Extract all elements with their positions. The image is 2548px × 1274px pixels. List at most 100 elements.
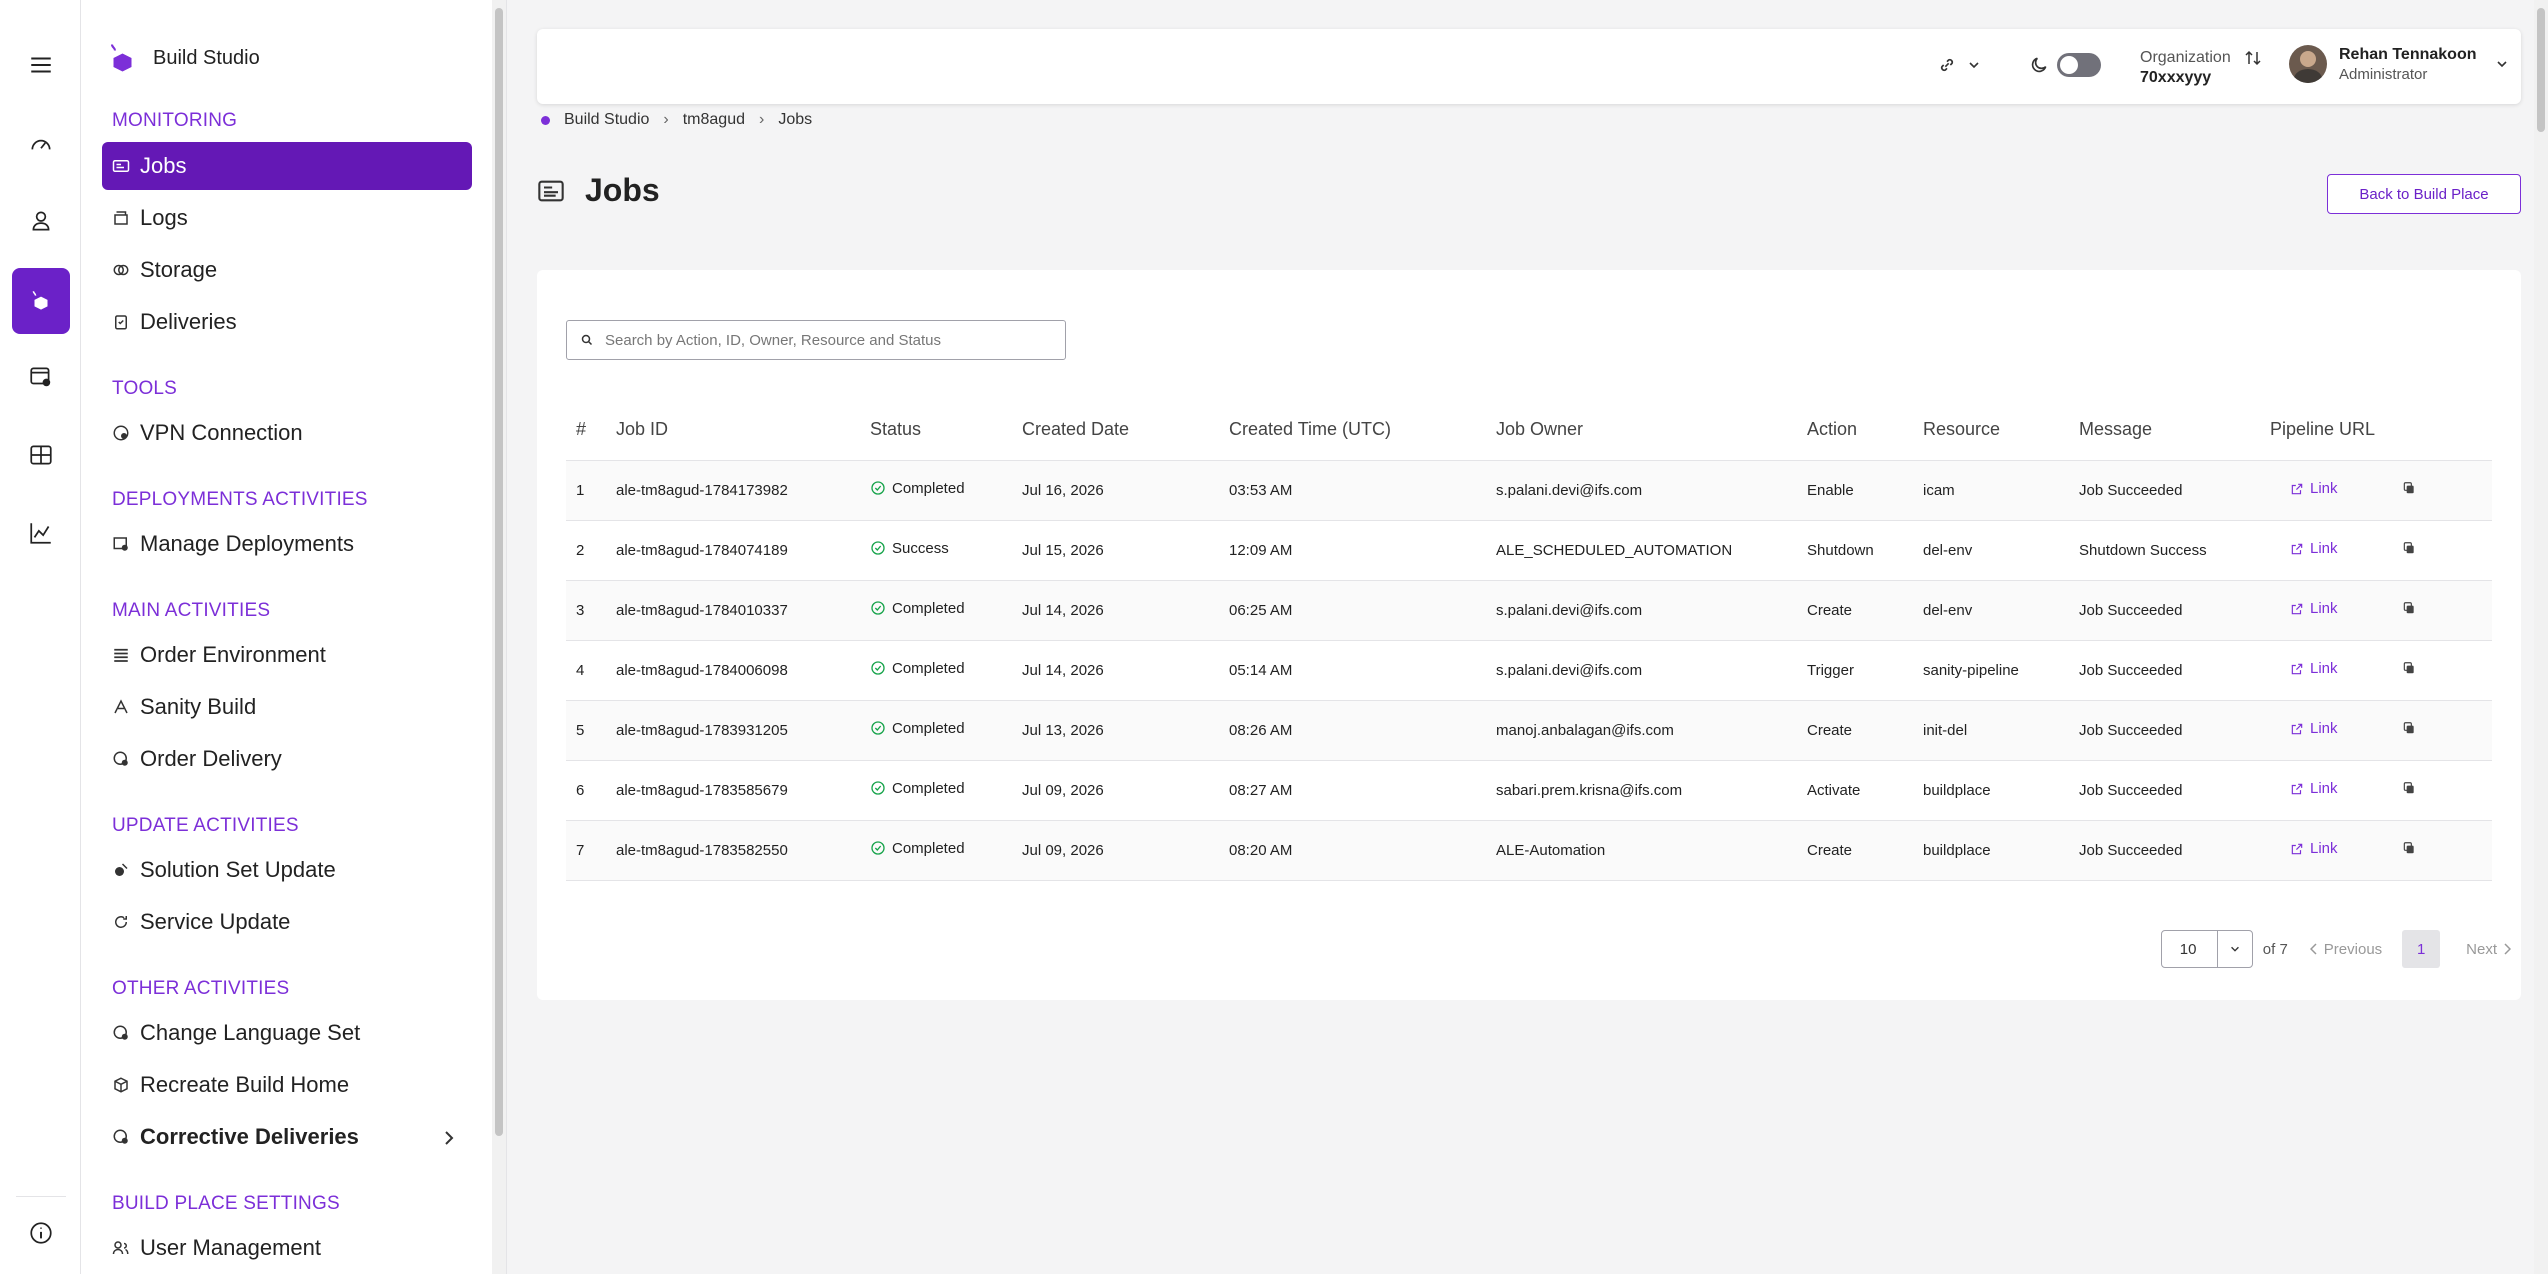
- sidebar-item-manage-deployments[interactable]: Manage Deployments: [102, 520, 472, 568]
- cell-created-time: 12:09 AM: [1219, 520, 1486, 581]
- sidebar-item-label: VPN Connection: [140, 420, 303, 445]
- sidebar-scrollbar[interactable]: [492, 0, 506, 1274]
- cell-job-owner: manoj.anbalagan@ifs.com: [1486, 700, 1797, 761]
- cell-copy: [2392, 700, 2492, 761]
- cell-job-id: ale-tm8agud-1783582550: [606, 820, 860, 881]
- pipeline-link-label: Link: [2310, 780, 2338, 798]
- previous-label: Previous: [2323, 940, 2383, 958]
- previous-page-button[interactable]: Previous: [2309, 940, 2383, 958]
- top-bar: Organization 70xxxyyy Rehan Tennakoon Ad…: [537, 29, 2521, 104]
- pipeline-link[interactable]: Link: [2290, 840, 2338, 857]
- pipeline-link-label: Link: [2310, 840, 2338, 858]
- jobs-icon: [538, 180, 564, 201]
- next-page-button[interactable]: Next: [2466, 941, 2511, 958]
- copy-icon[interactable]: [2402, 722, 2416, 739]
- user-icon[interactable]: [12, 192, 70, 250]
- breadcrumb-item[interactable]: tm8agud: [683, 111, 745, 129]
- menu-icon[interactable]: [12, 36, 70, 94]
- table-row[interactable]: 1 ale-tm8agud-1784173982 Completed Jul 16, …: [566, 460, 2492, 521]
- copy-icon[interactable]: [2402, 842, 2416, 859]
- cell-created-time: 08:27 AM: [1219, 760, 1486, 821]
- cube-icon: [112, 1076, 130, 1094]
- links-dropdown[interactable]: [1937, 55, 1981, 75]
- copy-icon[interactable]: [2402, 782, 2416, 799]
- sidebar-item-jobs[interactable]: Jobs: [102, 142, 472, 190]
- column-header-action[interactable]: Action: [1797, 400, 1913, 461]
- copy-icon[interactable]: [2402, 662, 2416, 679]
- cell-copy: [2392, 580, 2492, 641]
- cell-job-owner: s.palani.devi@ifs.com: [1486, 460, 1797, 521]
- sidebar-item-label: Storage: [140, 257, 218, 282]
- cell-message: Job Succeeded: [2069, 640, 2260, 701]
- page-scrollbar-thumb[interactable]: [2537, 8, 2545, 132]
- section-heading-main-activities: MAIN ACTIVITIES: [112, 600, 271, 621]
- table-row[interactable]: 6 ale-tm8agud-1783585679 Completed Jul 09, …: [566, 760, 2492, 821]
- breadcrumb-item[interactable]: Build Studio: [564, 111, 649, 129]
- cell-action: Trigger: [1797, 640, 1913, 701]
- brand[interactable]: Build Studio: [103, 40, 260, 76]
- chevron-right-icon[interactable]: [442, 1127, 456, 1153]
- dashboard-gauge-icon[interactable]: [12, 116, 70, 174]
- grid-cards-icon[interactable]: [12, 426, 70, 484]
- dark-mode-toggle[interactable]: [2057, 53, 2101, 77]
- sidebar-item-logs[interactable]: Logs: [102, 194, 472, 242]
- table-row[interactable]: 7 ale-tm8agud-1783582550 Completed Jul 09, …: [566, 820, 2492, 881]
- sidebar-item-sanity-build[interactable]: Sanity Build: [102, 683, 472, 731]
- copy-icon[interactable]: [2402, 542, 2416, 559]
- pipeline-link[interactable]: Link: [2290, 600, 2338, 617]
- column-header-resource[interactable]: Resource: [1913, 400, 2069, 461]
- sidebar-item-deliveries[interactable]: Deliveries: [102, 298, 472, 346]
- column-header-pipeline-url: Pipeline URL: [2260, 400, 2392, 461]
- column-header-job-id[interactable]: Job ID: [606, 400, 860, 461]
- sidebar-item-user-management[interactable]: User Management: [102, 1224, 472, 1272]
- sidebar-item-label: Deliveries: [140, 309, 237, 334]
- sidebar-item-order-environment[interactable]: Order Environment: [102, 631, 472, 679]
- table-row[interactable]: 2 ale-tm8agud-1784074189 Success Jul 15, 20…: [566, 520, 2492, 581]
- pipeline-link[interactable]: Link: [2290, 780, 2338, 797]
- sidebar-item-service-update[interactable]: Service Update: [102, 898, 472, 946]
- cell-row-number: 1: [566, 460, 606, 521]
- sidebar-item-solution-set-update[interactable]: Solution Set Update: [102, 846, 472, 894]
- page-size-select[interactable]: 10: [2160, 930, 2253, 968]
- pipeline-link[interactable]: Link: [2290, 660, 2338, 677]
- sidebar-item-corrective-deliveries[interactable]: Corrective Deliveries: [102, 1113, 472, 1161]
- column-header-status[interactable]: Status: [860, 400, 1012, 461]
- user-menu[interactable]: Rehan Tennakoon Administrator: [2289, 45, 2509, 83]
- build-studio-icon[interactable]: [12, 268, 70, 334]
- organization-switcher[interactable]: Organization 70xxxyyy: [2140, 49, 2261, 87]
- copy-icon[interactable]: [2402, 602, 2416, 619]
- search-box[interactable]: [566, 320, 1066, 360]
- cell-resource: sanity-pipeline: [1913, 640, 2069, 701]
- page-scrollbar[interactable]: [2534, 0, 2548, 1274]
- organization-value: 70xxxyyy: [2140, 69, 2212, 86]
- column-header-created-time[interactable]: Created Time (UTC): [1219, 400, 1486, 461]
- column-header-message[interactable]: Message: [2069, 400, 2260, 461]
- sidebar-item-recreate-build-home[interactable]: Recreate Build Home: [102, 1061, 472, 1109]
- sidebar-item-change-language-set[interactable]: Change Language Set: [102, 1009, 472, 1057]
- pipeline-link[interactable]: Link: [2290, 540, 2338, 557]
- settings-window-icon[interactable]: [12, 348, 70, 406]
- search-input[interactable]: [605, 331, 1045, 349]
- sidebar-scrollbar-thumb[interactable]: [495, 8, 503, 1136]
- cell-status: Completed: [860, 700, 1012, 761]
- copy-icon[interactable]: [2402, 482, 2416, 499]
- table-row[interactable]: 5 ale-tm8agud-1783931205 Completed Jul 13, …: [566, 700, 2492, 761]
- back-to-build-place-button[interactable]: Back to Build Place: [2327, 174, 2521, 214]
- cell-job-owner: s.palani.devi@ifs.com: [1486, 580, 1797, 641]
- sidebar-item-label: Jobs: [140, 153, 187, 178]
- table-row[interactable]: 3 ale-tm8agud-1784010337 Completed Jul 14, …: [566, 580, 2492, 641]
- analytics-icon[interactable]: [12, 504, 70, 562]
- info-icon[interactable]: [12, 1204, 70, 1262]
- cell-row-number: 3: [566, 580, 606, 641]
- pipeline-link[interactable]: Link: [2290, 720, 2338, 737]
- cell-status: Completed: [860, 580, 1012, 641]
- column-header-created-date[interactable]: Created Date: [1012, 400, 1219, 461]
- next-label: Next: [2466, 940, 2497, 958]
- sidebar-item-storage[interactable]: Storage: [102, 246, 472, 294]
- column-header-job-owner[interactable]: Job Owner: [1486, 400, 1797, 461]
- sidebar-item-vpn-connection[interactable]: VPN Connection: [102, 409, 472, 457]
- sidebar-item-order-delivery[interactable]: Order Delivery: [102, 735, 472, 783]
- pipeline-link[interactable]: Link: [2290, 480, 2338, 497]
- table-row[interactable]: 4 ale-tm8agud-1784006098 Completed Jul 14, …: [566, 640, 2492, 701]
- page-number-button[interactable]: 1: [2402, 930, 2441, 968]
